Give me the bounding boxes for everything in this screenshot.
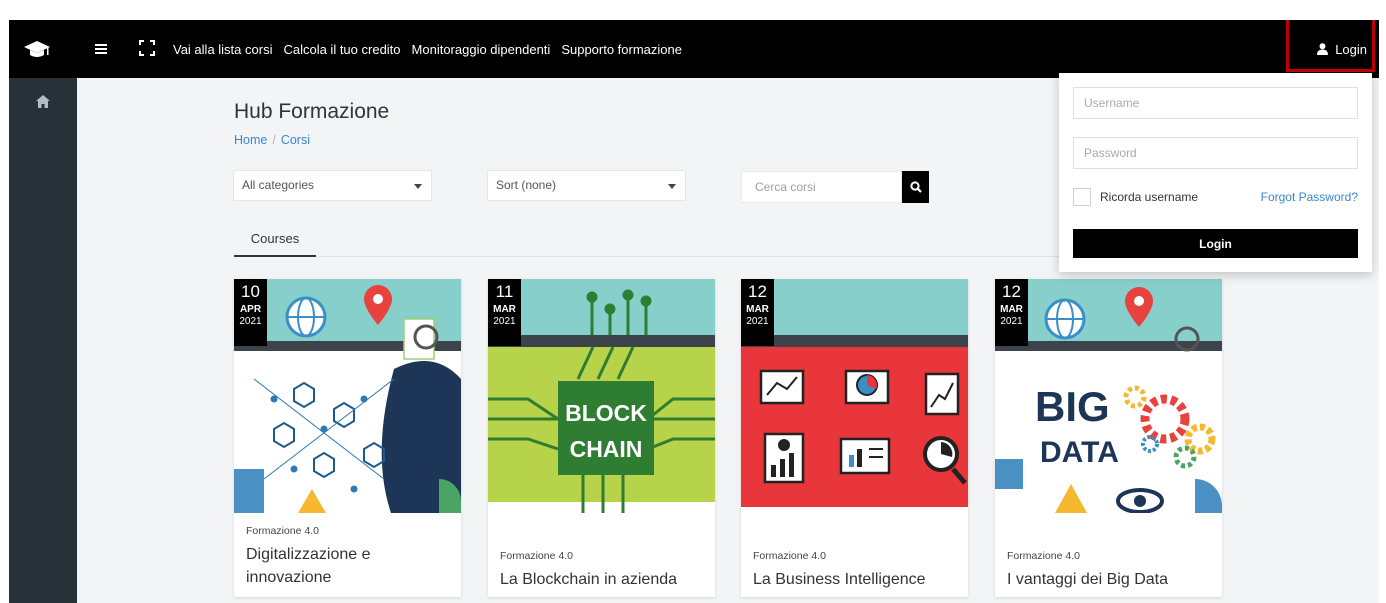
course-category: Formazione 4.0 [753,550,826,562]
user-icon [1317,43,1329,55]
remember-username-label: Ricorda username [1100,190,1199,204]
digital-network-illustration [234,279,461,513]
search-input[interactable] [741,171,902,203]
business-charts-illustration [741,279,968,513]
caret-down-icon [414,184,422,189]
sort-select[interactable]: Sort (none) [487,170,686,201]
course-category: Formazione 4.0 [246,525,319,537]
course-title[interactable]: La Business Intelligence [753,568,958,591]
course-card[interactable]: 10 APR 2021 Formazione 4.0 Digitalizzazi… [234,279,461,597]
search-icon [909,181,922,193]
nav-link-employee-monitoring[interactable]: Monitoraggio dipendenti [412,42,551,57]
course-card[interactable]: BIG DATA 12 MAR 2021 Formazione 4.0 I va… [995,279,1222,597]
course-title[interactable]: La Blockchain in azienda [500,568,705,591]
username-field[interactable] [1073,87,1358,119]
svg-text:CHAIN: CHAIN [570,436,643,462]
big-data-gears-illustration: BIG DATA [995,279,1222,513]
svg-text:DATA: DATA [1040,436,1119,469]
remember-username-checkbox[interactable] [1073,188,1091,206]
svg-text:BLOCK: BLOCK [565,400,647,426]
breadcrumb-home[interactable]: Home [234,133,267,147]
breadcrumb-courses[interactable]: Corsi [281,133,310,147]
fullscreen-icon[interactable] [139,40,155,56]
course-category: Formazione 4.0 [500,550,573,562]
date-badge: 12 MAR 2021 [995,279,1028,346]
course-title[interactable]: I vantaggi dei Big Data [1007,568,1212,591]
breadcrumb-separator: / [272,133,276,147]
page-title: Hub Formazione [234,100,390,123]
search-button[interactable] [902,171,929,203]
svg-text:BIG: BIG [1035,383,1110,430]
login-menu-label: Login [1335,41,1367,57]
course-card[interactable]: 12 MAR 2021 Formazione 4.0 La Business I… [741,279,968,597]
sidebar [9,78,77,603]
category-select[interactable]: All categories [233,170,432,201]
course-title[interactable]: Digitalizzazione e innovazione [246,543,451,589]
date-badge: 10 APR 2021 [234,279,267,346]
breadcrumb: Home / Corsi [234,133,310,147]
course-category: Formazione 4.0 [1007,550,1080,562]
tab-courses[interactable]: Courses [234,222,316,257]
sort-select-value: Sort (none) [496,178,557,192]
top-navbar: Vai alla lista corsi Calcola il tuo cred… [9,20,1379,78]
login-submit-button[interactable]: Login [1073,229,1358,258]
date-badge: 11 MAR 2021 [488,279,521,346]
hamburger-menu-icon[interactable] [95,40,109,58]
home-icon[interactable] [36,95,50,108]
login-dropdown: Ricorda username Forgot Password? Login [1059,73,1372,272]
nav-link-credit-calculator[interactable]: Calcola il tuo credito [283,42,400,57]
category-select-value: All categories [242,178,315,192]
login-menu-button[interactable]: Login [1317,20,1367,78]
date-badge: 12 MAR 2021 [741,279,774,346]
nav-links: Vai alla lista corsi Calcola il tuo cred… [173,20,682,78]
blockchain-circuit-illustration: BLOCK CHAIN [488,279,715,513]
graduation-cap-icon[interactable] [23,38,51,60]
password-field[interactable] [1073,137,1358,169]
nav-link-course-list[interactable]: Vai alla lista corsi [173,42,272,57]
page: Vai alla lista corsi Calcola il tuo cred… [9,20,1379,603]
course-card[interactable]: BLOCK CHAIN 11 MAR 2021 Formazione 4.0 L… [488,279,715,597]
nav-link-training-support[interactable]: Supporto formazione [561,42,682,57]
caret-down-icon [668,184,676,189]
forgot-password-link[interactable]: Forgot Password? [1261,190,1358,204]
